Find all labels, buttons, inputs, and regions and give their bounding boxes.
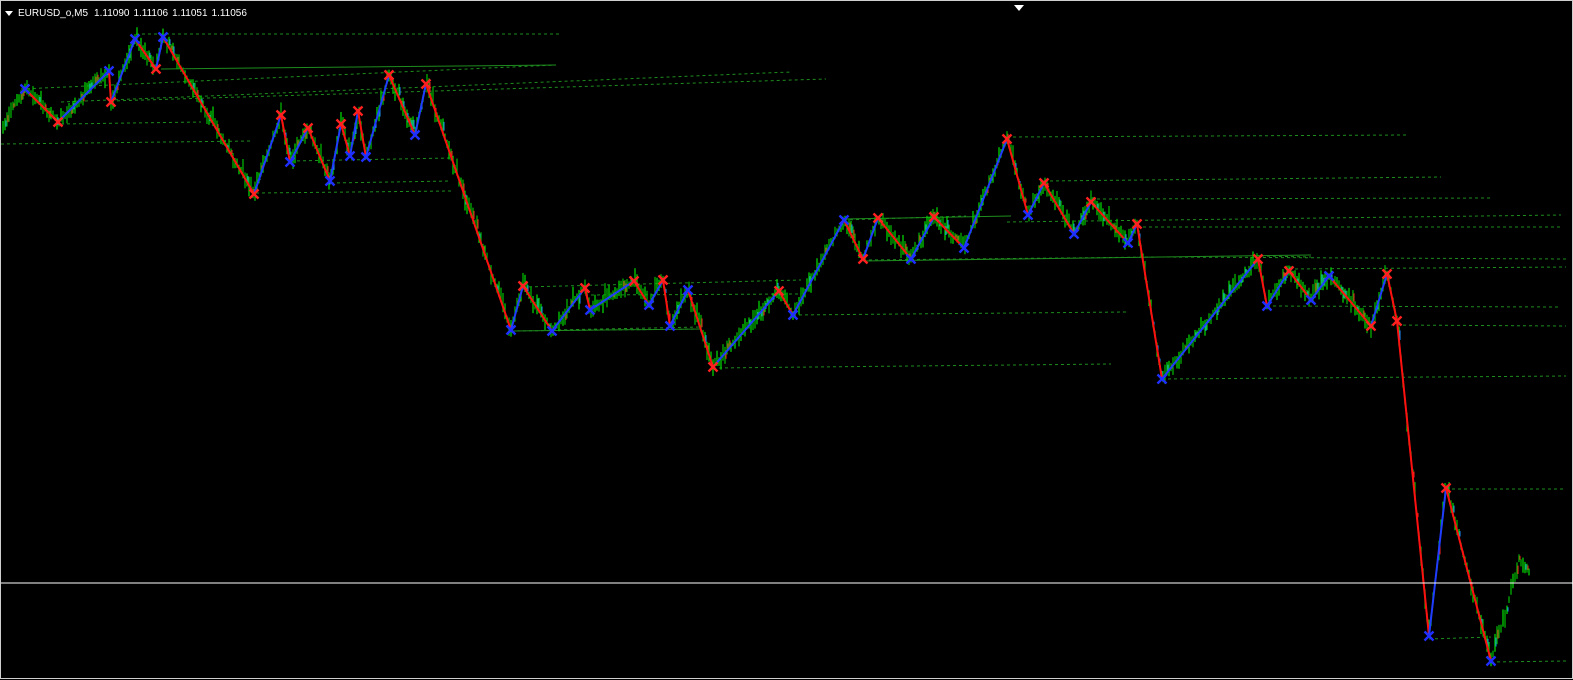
- zigzag-down-segment: [108, 70, 112, 103]
- zigzag-down-segment: [687, 289, 714, 368]
- support-resistance-level-line: [1090, 197, 1492, 200]
- zigzag-up-segment: [253, 114, 282, 195]
- zigzag-up-segment: [963, 138, 1008, 249]
- zigzag-down-segment: [843, 219, 864, 260]
- zigzag-up-segment: [792, 219, 845, 316]
- zigzag-up-segment: [110, 38, 136, 103]
- zigzag-down-segment: [877, 217, 912, 260]
- support-resistance-level-line: [110, 78, 827, 102]
- zigzag-up-segment: [329, 123, 342, 182]
- zigzag-down-segment: [1328, 275, 1372, 327]
- low-price: 1.11051: [172, 7, 208, 19]
- zigzag-down-segment: [280, 114, 291, 163]
- chart-menu-triangle-icon[interactable]: [5, 10, 13, 16]
- support-resistance-level-line: [60, 121, 202, 125]
- support-resistance-level-line: [1006, 214, 1562, 223]
- support-resistance-level-line: [712, 363, 1112, 369]
- zigzag-up-segment: [1266, 270, 1290, 307]
- zigzag-down-segment: [388, 74, 416, 136]
- range-boundary-line: [160, 64, 557, 70]
- support-resistance-level-line: [1160, 256, 1567, 260]
- zigzag-down-segment: [425, 83, 512, 331]
- zigzag-up-segment: [1428, 487, 1447, 637]
- zigzag-up-segment: [289, 127, 309, 163]
- close-price: 1.11056: [211, 7, 247, 19]
- zigzag-up-segment: [365, 74, 390, 158]
- zigzag-down-segment: [1386, 273, 1398, 322]
- support-resistance-level-line: [1260, 255, 1312, 258]
- zigzag-up-segment: [862, 217, 879, 260]
- open-price: 1.11090: [94, 7, 130, 19]
- support-resistance-level-line: [1428, 636, 1492, 640]
- symbol-timeframe-label: EURUSD_o,M5: [18, 7, 89, 19]
- chart-window[interactable]: EURUSD_o,M5 1.11090 1.11106 1.11051 1.11…: [0, 0, 1573, 679]
- zigzag-down-segment: [1257, 258, 1268, 307]
- zigzag-down-segment: [1396, 320, 1430, 637]
- support-resistance-level-line: [1390, 324, 1567, 327]
- zigzag-up-segment: [712, 290, 780, 368]
- zigzag-up-segment: [1161, 258, 1259, 380]
- support-resistance-level-line: [1, 140, 252, 145]
- zigzag-up-segment: [669, 289, 689, 327]
- zigzag-up-segment: [551, 287, 586, 332]
- zigzag-up-segment: [1073, 201, 1092, 235]
- support-resistance-level-line: [1006, 134, 1407, 138]
- chart-header: EURUSD_o,M5 1.11090 1.11106 1.11051 1.11…: [5, 6, 251, 20]
- zigzag-down-segment: [1136, 223, 1163, 380]
- zigzag-down-segment: [357, 110, 367, 158]
- support-resistance-level-line: [1490, 660, 1567, 663]
- chart-shift-marker-icon[interactable]: [1014, 5, 1024, 11]
- zigzag-up-segment: [57, 70, 110, 123]
- zigzag-down-segment: [1006, 138, 1029, 216]
- zigzag-up-segment: [910, 216, 935, 260]
- swing-high-marker: [838, 214, 850, 226]
- zigzag-down-segment: [662, 279, 671, 327]
- zigzag-down-segment: [1043, 182, 1075, 235]
- support-resistance-level-line: [1266, 305, 1562, 308]
- zigzag-down-segment: [522, 285, 553, 332]
- zigzag-up-segment: [349, 110, 359, 157]
- support-resistance-level-line: [792, 311, 1127, 316]
- zigzag-up-segment: [414, 83, 427, 136]
- high-price: 1.11106: [133, 7, 169, 19]
- zigzag-down-segment: [933, 216, 965, 249]
- zigzag-down-segment: [162, 36, 255, 195]
- support-resistance-level-line: [330, 180, 452, 184]
- zigzag-up-segment: [1027, 182, 1045, 216]
- zigzag-down-segment: [1445, 487, 1492, 662]
- zigzag-up-segment: [1370, 273, 1388, 327]
- zigzag-up-segment: [510, 285, 524, 331]
- price-chart-canvas[interactable]: [1, 1, 1573, 680]
- support-resistance-level-line: [255, 190, 452, 194]
- support-resistance-level-line: [1043, 176, 1442, 182]
- zigzag-down-segment: [307, 127, 331, 182]
- support-resistance-level-line: [1161, 375, 1567, 380]
- range-boundary-line: [862, 254, 1312, 262]
